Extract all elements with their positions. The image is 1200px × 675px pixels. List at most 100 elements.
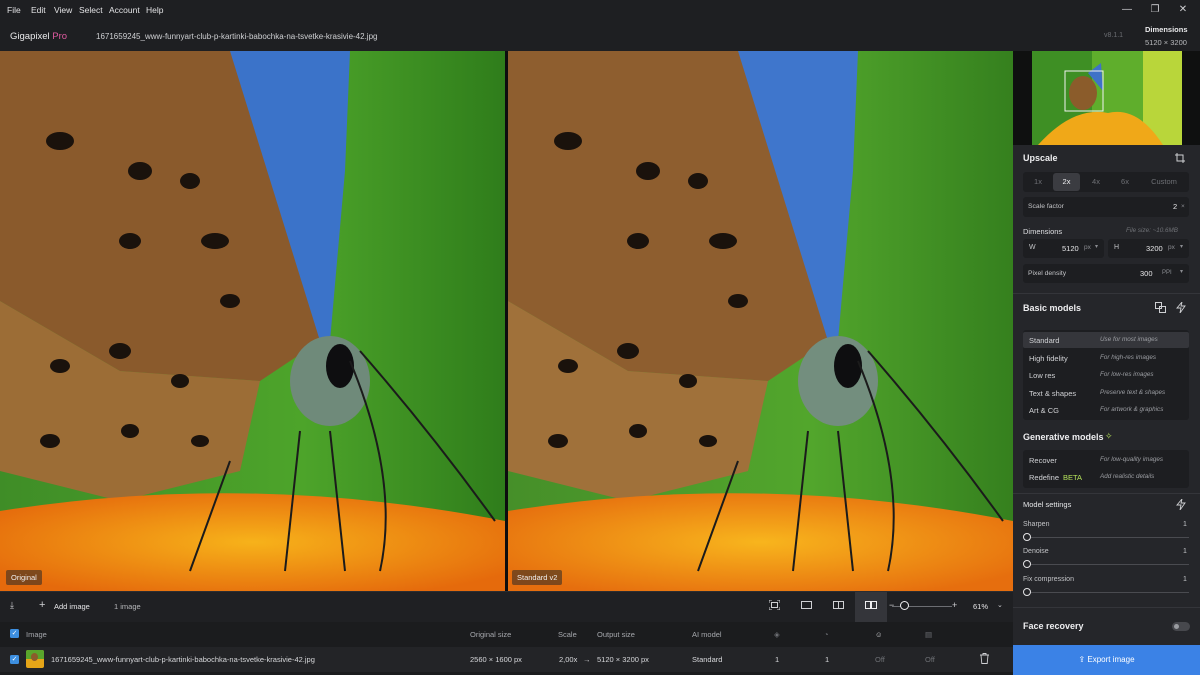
compare-models-icon[interactable] [1155, 302, 1166, 315]
width-unit[interactable]: px [1084, 244, 1091, 251]
denoise-slider-handle[interactable] [1023, 560, 1031, 568]
model-recover[interactable]: Recover For low-quality images [1023, 452, 1189, 468]
row-file-name: 1671659245_www-funnyart-club-p-kartinki-… [51, 655, 315, 664]
model-redefine-label: Redefine [1029, 473, 1060, 482]
model-high-fidelity-desc: For high-res images [1100, 354, 1156, 361]
auto-settings-icon[interactable] [1176, 498, 1186, 512]
model-redefine[interactable]: Redefine BETA Add realistic details [1023, 469, 1189, 485]
fix-compression-slider[interactable] [1027, 592, 1189, 593]
scale-1x[interactable]: 1x [1025, 173, 1051, 191]
height-unit-chevron-icon[interactable]: ▾ [1180, 243, 1183, 250]
menu-edit[interactable]: Edit [31, 5, 46, 15]
preview-enhanced[interactable]: Standard v2 [508, 51, 1013, 591]
row-arrow: → [583, 655, 591, 664]
pixel-density-chevron-icon[interactable]: ▾ [1180, 268, 1183, 275]
row-checkbox[interactable]: ✓ [10, 655, 19, 664]
zoom-chevron-down-icon[interactable]: ⌄ [997, 601, 1003, 609]
dimensions-header-value: 5120 × 3200 [1145, 38, 1187, 47]
row-sharpen: 1 [775, 655, 780, 664]
model-art-cg-label: Art & CG [1029, 406, 1060, 415]
width-unit-chevron-icon[interactable]: ▾ [1095, 243, 1098, 250]
scale-2x[interactable]: 2x [1053, 173, 1080, 191]
model-low-res[interactable]: Low res For low-res images [1023, 367, 1189, 383]
split-view-icon[interactable] [833, 601, 844, 611]
menu-file[interactable]: File [7, 5, 21, 15]
model-text-shapes-label: Text & shapes [1029, 389, 1077, 398]
add-icon[interactable]: + [39, 599, 45, 611]
auto-model-icon[interactable] [1176, 301, 1186, 315]
col-header-ai-model[interactable]: AI model [692, 630, 722, 639]
preview-original[interactable]: Original [0, 51, 505, 591]
original-label: Original [6, 570, 42, 585]
zoom-slider-handle[interactable] [900, 601, 909, 610]
side-by-side-view-icon[interactable] [865, 601, 877, 611]
add-image-button[interactable]: Add image [54, 602, 90, 611]
fix-compression-slider-handle[interactable] [1023, 588, 1031, 596]
scale-factor-value: 2 [1173, 202, 1178, 211]
select-all-checkbox[interactable]: ✓ [10, 629, 19, 638]
beta-badge: BETA [1063, 473, 1083, 482]
zoom-level[interactable]: 61% [973, 602, 988, 611]
model-standard[interactable]: Standard Use for most images [1023, 332, 1189, 348]
scale-factor-label: Scale factor [1028, 203, 1064, 210]
zoom-out-icon[interactable]: − [889, 600, 894, 610]
model-high-fidelity[interactable]: High fidelity For high-res images [1023, 350, 1189, 366]
sharpen-slider[interactable] [1027, 537, 1189, 538]
image-preview[interactable]: Original Standard v2 [0, 51, 1013, 591]
crop-icon[interactable] [1175, 153, 1185, 165]
face-recovery-toggle[interactable] [1172, 622, 1190, 631]
model-standard-desc: Use for most images [1100, 336, 1158, 343]
close-icon[interactable]: ✕ [1177, 4, 1189, 16]
dimensions-title: Dimensions [1023, 227, 1063, 236]
file-name: 1671659245_www-funnyart-club-p-kartinki-… [96, 32, 378, 41]
navigator-thumbnail[interactable] [1013, 51, 1200, 145]
import-icon[interactable]: ⤓ [10, 600, 14, 611]
minimize-icon[interactable]: — [1121, 4, 1133, 16]
menu-select[interactable]: Select [79, 5, 103, 15]
model-art-cg-desc: For artwork & graphics [1100, 406, 1164, 413]
row-ai-model: Standard [692, 655, 723, 664]
thumbnail-image [1032, 51, 1182, 145]
height-label: H [1114, 244, 1120, 251]
width-value: 5120 [1062, 244, 1079, 253]
single-view-icon[interactable] [801, 601, 812, 611]
model-text-shapes[interactable]: Text & shapes Preserve text & shapes [1023, 385, 1189, 401]
denoise-value: 1 [1183, 548, 1187, 555]
face-recovery-title: Face recovery [1023, 621, 1084, 631]
butterfly-image-enhanced [508, 51, 1013, 591]
separator [1013, 293, 1200, 294]
scale-6x[interactable]: 6x [1111, 173, 1139, 191]
upscale-title: Upscale [1023, 153, 1058, 163]
delete-icon[interactable] [980, 653, 989, 666]
height-unit[interactable]: px [1168, 244, 1175, 251]
menu-account[interactable]: Account [109, 5, 140, 15]
export-button[interactable]: ⇪ Export image [1013, 645, 1200, 675]
row-face-recovery: Off [875, 655, 885, 664]
scale-custom[interactable]: Custom [1141, 173, 1187, 191]
col-header-scale[interactable]: Scale [558, 630, 577, 639]
dimensions-header-title: Dimensions [1145, 25, 1188, 34]
export-icon: ⇪ [1078, 655, 1086, 664]
width-label: W [1029, 244, 1036, 251]
restore-icon[interactable]: ❐ [1149, 4, 1161, 16]
menu-help[interactable]: Help [146, 5, 163, 15]
sharpen-slider-handle[interactable] [1023, 533, 1031, 541]
model-redefine-desc: Add realistic details [1100, 473, 1155, 480]
model-low-res-label: Low res [1029, 371, 1056, 380]
version-label: v8.1.1 [1104, 32, 1124, 39]
col-header-output-size[interactable]: Output size [597, 630, 635, 639]
zoom-in-icon[interactable]: + [952, 600, 957, 610]
pixel-density-unit[interactable]: PPI [1162, 270, 1172, 276]
fit-view-icon[interactable] [768, 599, 781, 612]
app-edition: Pro [52, 31, 68, 42]
scale-4x[interactable]: 4x [1082, 173, 1110, 191]
col-header-original-size[interactable]: Original size [470, 630, 511, 639]
denoise-label: Denoise [1023, 548, 1049, 555]
model-text-shapes-desc: Preserve text & shapes [1100, 389, 1166, 396]
app-name-text: Gigapixel [10, 31, 50, 42]
col-header-image[interactable]: Image [26, 630, 47, 639]
denoise-slider[interactable] [1027, 564, 1189, 565]
menu-view[interactable]: View [54, 5, 72, 15]
model-high-fidelity-label: High fidelity [1029, 354, 1068, 363]
model-art-cg[interactable]: Art & CG For artwork & graphics [1023, 402, 1189, 418]
